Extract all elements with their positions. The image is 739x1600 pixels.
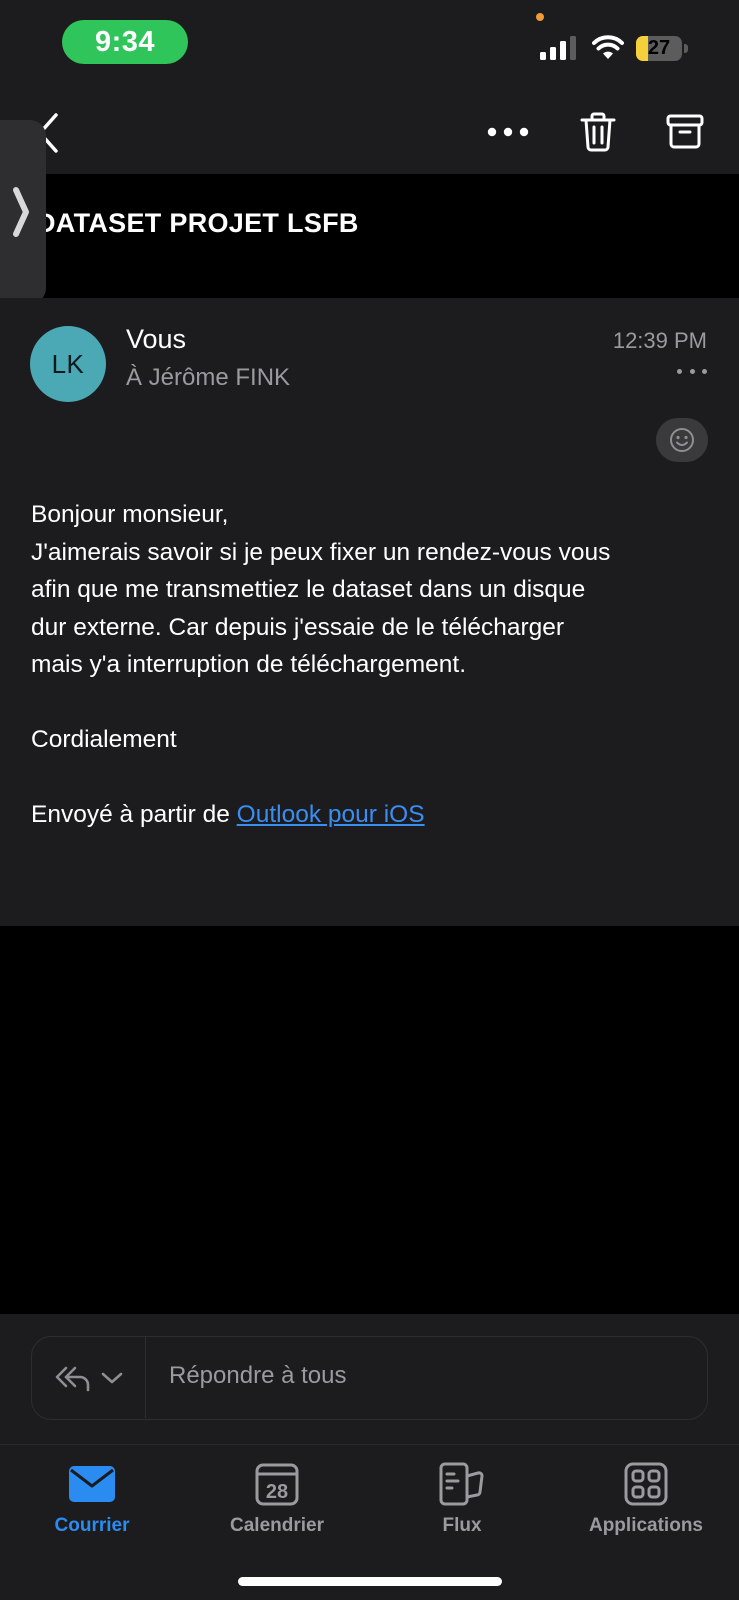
tab-mail[interactable]: Courrier: [0, 1457, 184, 1547]
body-line: afin que me transmettiez le dataset dans…: [31, 576, 586, 603]
smiley-icon: [670, 428, 694, 452]
status-time[interactable]: 9:34: [62, 20, 188, 64]
reply-all-icon: [55, 1366, 89, 1391]
message-body: Bonjour monsieur, J'aimerais savoir si j…: [31, 496, 721, 834]
more-icon: [487, 127, 529, 137]
chevron-right-icon: [13, 187, 29, 237]
closing-text: Cordialement: [31, 726, 177, 753]
tab-feed-label: Flux: [442, 1515, 482, 1536]
chevron-down-icon: [101, 1372, 122, 1383]
body-line: mais y'a interruption de téléchargement.: [31, 651, 467, 678]
calendar-day: 28: [266, 1481, 288, 1503]
tab-feed[interactable]: Flux: [370, 1457, 554, 1547]
reply-all-field[interactable]: Répondre à tous: [31, 1336, 708, 1420]
battery-icon: 27: [636, 36, 688, 61]
message-time: 12:39 PM: [612, 328, 707, 353]
tab-apps-label: Applications: [588, 1515, 703, 1536]
signature: Envoyé à partir de Outlook pour iOS: [31, 796, 721, 834]
body-line: J'aimerais savoir si je peux fixer un re…: [31, 538, 611, 566]
mail-icon: [69, 1466, 115, 1502]
calendar-icon: 28: [255, 1463, 299, 1506]
tab-mail-label: Courrier: [54, 1515, 130, 1536]
tab-apps[interactable]: Applications: [554, 1457, 738, 1547]
status-bar: 9:34 27: [0, 0, 739, 92]
sender-name: Vous: [126, 324, 187, 354]
avatar[interactable]: LK: [30, 326, 106, 402]
tab-calendar[interactable]: 28 Calendrier: [185, 1457, 369, 1547]
delete-button[interactable]: [578, 106, 618, 158]
subject-bar: DATASET PROJET LSFB: [0, 174, 739, 298]
trash-icon: [580, 112, 616, 152]
email-message: LK Vous À Jérôme FINK 12:39 PM Bonjour m…: [0, 298, 739, 926]
reply-area: Répondre à tous: [0, 1314, 739, 1444]
signal-icon: [540, 36, 576, 60]
wifi-icon: [592, 35, 624, 59]
more-options-button[interactable]: [482, 112, 534, 152]
home-indicator[interactable]: [238, 1577, 502, 1586]
body-line: Bonjour monsieur,: [31, 501, 229, 528]
reaction-button[interactable]: [656, 418, 708, 462]
email-subject: DATASET PROJET LSFB: [36, 208, 359, 238]
toolbar: [0, 92, 739, 174]
signature-prefix: Envoyé à partir de: [31, 801, 237, 828]
outlook-ios-link[interactable]: Outlook pour iOS: [237, 801, 425, 828]
side-panel-tab[interactable]: [0, 120, 46, 304]
apps-icon: [624, 1462, 668, 1506]
mic-indicator-dot: [536, 13, 544, 21]
message-more-button[interactable]: [677, 364, 707, 378]
reply-all-label: Répondre à tous: [169, 1362, 347, 1389]
tab-calendar-label: Calendrier: [230, 1515, 324, 1536]
reply-mode-selector[interactable]: [32, 1337, 146, 1418]
body-line: dur externe. Car depuis j'essaie de le t…: [31, 613, 565, 641]
feed-icon: [439, 1462, 484, 1506]
archive-button[interactable]: [664, 106, 706, 158]
battery-level: 27: [647, 37, 671, 59]
archive-icon: [666, 114, 704, 149]
recipient[interactable]: À Jérôme FINK: [126, 364, 290, 392]
